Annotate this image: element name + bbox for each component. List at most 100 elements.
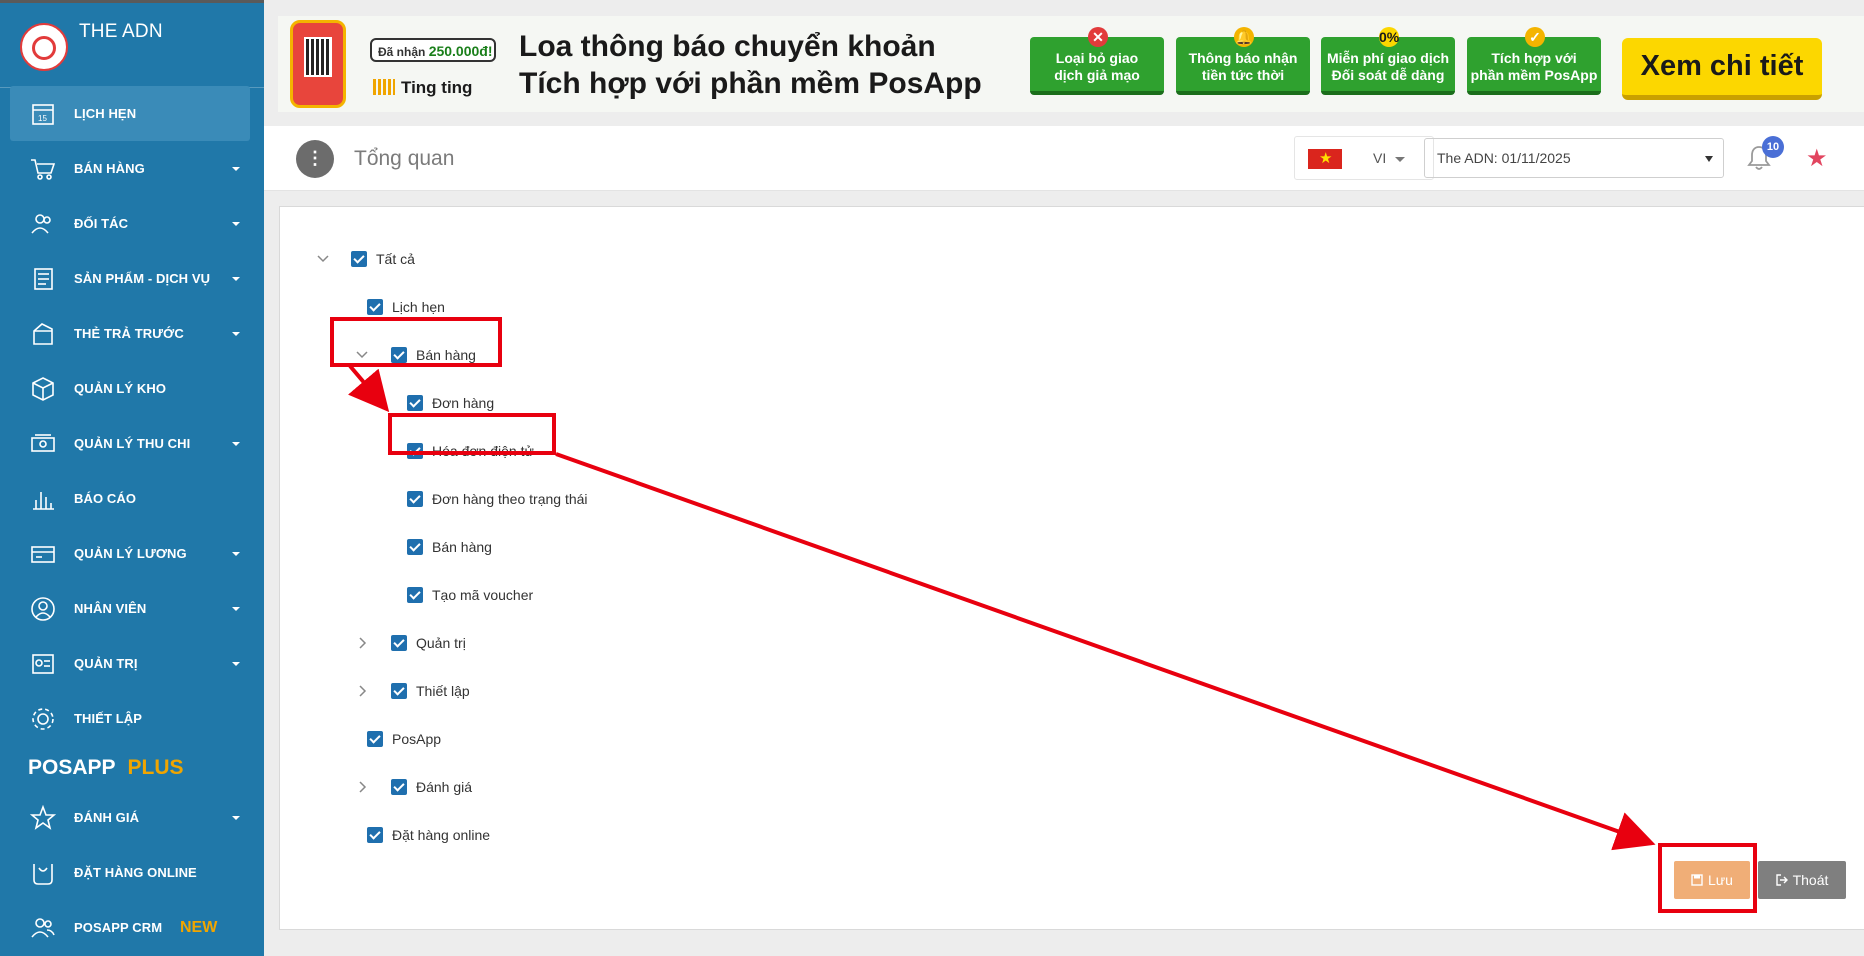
chevron-right-icon[interactable] [353, 778, 371, 796]
promo-banner[interactable]: Đã nhận 250.000đ! Ting ting Loa thông bá… [278, 16, 1864, 112]
sidebar: THE ADN 15 LỊCH HẸN BÁN HÀNG ĐỐI TÁC SẢN PHẨ… [0, 0, 264, 956]
tree-node-quan-tri[interactable]: Quản trị [391, 631, 466, 655]
brand-name: THE ADN [79, 21, 163, 42]
feature-line-1: Miễn phí giao dịch [1326, 50, 1450, 66]
tree-node-ban-hang[interactable]: Bán hàng [391, 343, 476, 367]
star-outline-icon [30, 805, 56, 830]
sidebar-item-label: THẺ TRẢ TRƯỚC [74, 326, 184, 341]
sidebar-item-the-tra-truoc[interactable]: THẺ TRẢ TRƯỚC [0, 306, 264, 361]
gear-icon [32, 708, 54, 730]
store-date-select[interactable]: The ADN: 01/11/2025 [1424, 138, 1724, 178]
received-prefix: Đã nhận [378, 45, 426, 59]
floppy-disk-icon [1691, 874, 1703, 886]
sidebar-item-label: LỊCH HẸN [74, 106, 137, 121]
tree-node-tat-ca[interactable]: Tất cả [351, 247, 415, 271]
sidebar-item-nhan-vien[interactable]: NHÂN VIÊN [0, 581, 264, 636]
caret-down-icon [232, 662, 240, 666]
tree-node-posapp[interactable]: PosApp [367, 727, 441, 751]
tree-node-tao-ma-voucher[interactable]: Tạo mã voucher [407, 583, 533, 607]
tree-node-label: Đơn hàng theo trạng thái [432, 491, 588, 507]
feature-badge-icon: 🔔 [1234, 27, 1254, 47]
tree-node-ban-hang[interactable]: Bán hàng [407, 535, 492, 559]
tree-node-danh-gia[interactable]: Đánh giá [391, 775, 472, 799]
sidebar-item-thiet-lap[interactable]: THIẾT LẬP [0, 691, 264, 746]
exit-label: Thoát [1792, 872, 1829, 888]
page-header: ⋮ Tổng quan VI The ADN: 01/11/2025 10 ★ [264, 126, 1864, 191]
speaker-device-image [290, 20, 346, 108]
sidebar-item-doi-tac[interactable]: ĐỐI TÁC [0, 196, 264, 251]
checkbox-checked[interactable] [391, 347, 407, 363]
checkbox-checked[interactable] [391, 683, 407, 699]
brand-header[interactable]: THE ADN [0, 3, 264, 88]
checkbox-checked[interactable] [407, 587, 423, 603]
caret-down-icon [232, 222, 240, 226]
tree-node-don-hang-theo-trang-thai[interactable]: Đơn hàng theo trạng thái [407, 487, 588, 511]
notifications-button[interactable]: 10 [1746, 136, 1784, 172]
sidebar-item-label: BÁN HÀNG [74, 161, 145, 176]
sidebar-item-dat-hang-online[interactable]: ĐẶT HÀNG ONLINE [0, 845, 264, 900]
checkbox-checked[interactable] [367, 827, 383, 843]
chevron-down-icon [1395, 157, 1405, 162]
tree-node-label: Tạo mã voucher [432, 587, 534, 603]
tree-node-don-hang[interactable]: Đơn hàng [407, 391, 494, 415]
sidebar-item-label: POSAPP CRM [74, 920, 163, 935]
sidebar-item-bao-cao[interactable]: BÁO CÁO [0, 471, 264, 526]
sidebar-menu: 15 LỊCH HẸN BÁN HÀNG ĐỐI TÁC SẢN PHẨM - DỊCH… [0, 86, 264, 955]
crm-users-icon [31, 918, 55, 938]
prepaid-card-icon [33, 323, 53, 345]
checkbox-checked[interactable] [367, 299, 383, 315]
tree-node-label: Đơn hàng [432, 395, 495, 411]
sidebar-item-lich-hen[interactable]: 15 LỊCH HẸN [10, 86, 250, 141]
chevron-down-icon[interactable] [314, 250, 332, 268]
sidebar-item-danh-gia[interactable]: ĐÁNH GIÁ [0, 790, 264, 845]
checkbox-checked[interactable] [407, 491, 423, 507]
sidebar-item-quan-ly-thu-chi[interactable]: QUẢN LÝ THU CHI [0, 416, 264, 471]
caret-down-icon [232, 552, 240, 556]
save-button[interactable]: Lưu [1674, 861, 1750, 899]
view-details-button[interactable]: Xem chi tiết [1622, 38, 1822, 100]
checkbox-checked[interactable] [407, 395, 423, 411]
chevron-right-icon[interactable] [353, 634, 371, 652]
language-selector[interactable]: VI [1294, 136, 1434, 180]
exit-button[interactable]: Thoát [1758, 861, 1846, 899]
sidebar-item-posapp-crm[interactable]: POSAPP CRM NEW [0, 900, 264, 955]
feature-badge-icon: ✓ [1525, 27, 1545, 47]
posapp-plus-heading: POSAPP PLUS [0, 746, 264, 790]
tree-node-lich-hen[interactable]: Lịch hẹn [367, 295, 445, 319]
sidebar-item-label: BÁO CÁO [74, 491, 137, 506]
permission-panel: Tất cả Lịch hẹn Bán hàng Đơn hàng Hóa đơn đi… [279, 206, 1864, 930]
new-badge: NEW [180, 918, 218, 936]
sidebar-item-quan-ly-kho[interactable]: QUẢN LÝ KHO [0, 361, 264, 416]
cash-icon [31, 434, 55, 452]
chevron-right-icon[interactable] [353, 682, 371, 700]
more-menu-button[interactable]: ⋮ [296, 140, 334, 178]
checkbox-checked[interactable] [391, 635, 407, 651]
sidebar-item-quan-ly-luong[interactable]: QUẢN LÝ LƯƠNG [0, 526, 264, 581]
tree-node-hoa-don-dien-tu[interactable]: Hóa đơn điện tử [407, 439, 534, 463]
sidebar-item-san-pham-dich-vu[interactable]: SẢN PHẨM - DỊCH VỤ [0, 251, 264, 306]
svg-text:15: 15 [38, 114, 47, 123]
favorite-star-icon[interactable]: ★ [1806, 144, 1828, 173]
sign-out-icon [1775, 874, 1788, 886]
tree-node-dat-hang-online[interactable]: Đặt hàng online [367, 823, 490, 847]
banner-feature-2: 🔔 Thông báo nhận tiền tức thời [1176, 27, 1310, 95]
checkbox-checked[interactable] [407, 443, 423, 459]
caret-down-icon [232, 607, 240, 611]
checkbox-checked[interactable] [407, 539, 423, 555]
checkbox-checked[interactable] [351, 251, 367, 267]
caret-down-icon [232, 332, 240, 336]
sidebar-item-label: SẢN PHẨM - DỊCH VỤ [74, 271, 211, 286]
checkbox-checked[interactable] [367, 731, 383, 747]
tree-node-label: Bán hàng [416, 347, 476, 363]
sidebar-item-quan-tri[interactable]: QUẢN TRỊ [0, 636, 264, 691]
tree-node-thiet-lap[interactable]: Thiết lập [391, 679, 470, 703]
caret-down-icon [232, 277, 240, 281]
checkbox-checked[interactable] [391, 779, 407, 795]
sidebar-item-ban-hang[interactable]: BÁN HÀNG [0, 141, 264, 196]
feature-line-1: Loại bỏ giao [1055, 50, 1139, 66]
banner-feature-4: ✓ Tích hợp với phần mềm PosApp [1467, 27, 1601, 95]
chevron-down-icon[interactable] [353, 346, 371, 364]
vietnam-flag-icon [1308, 149, 1342, 169]
products-icon [34, 268, 53, 290]
tree-node-label: Tất cả [376, 251, 415, 267]
